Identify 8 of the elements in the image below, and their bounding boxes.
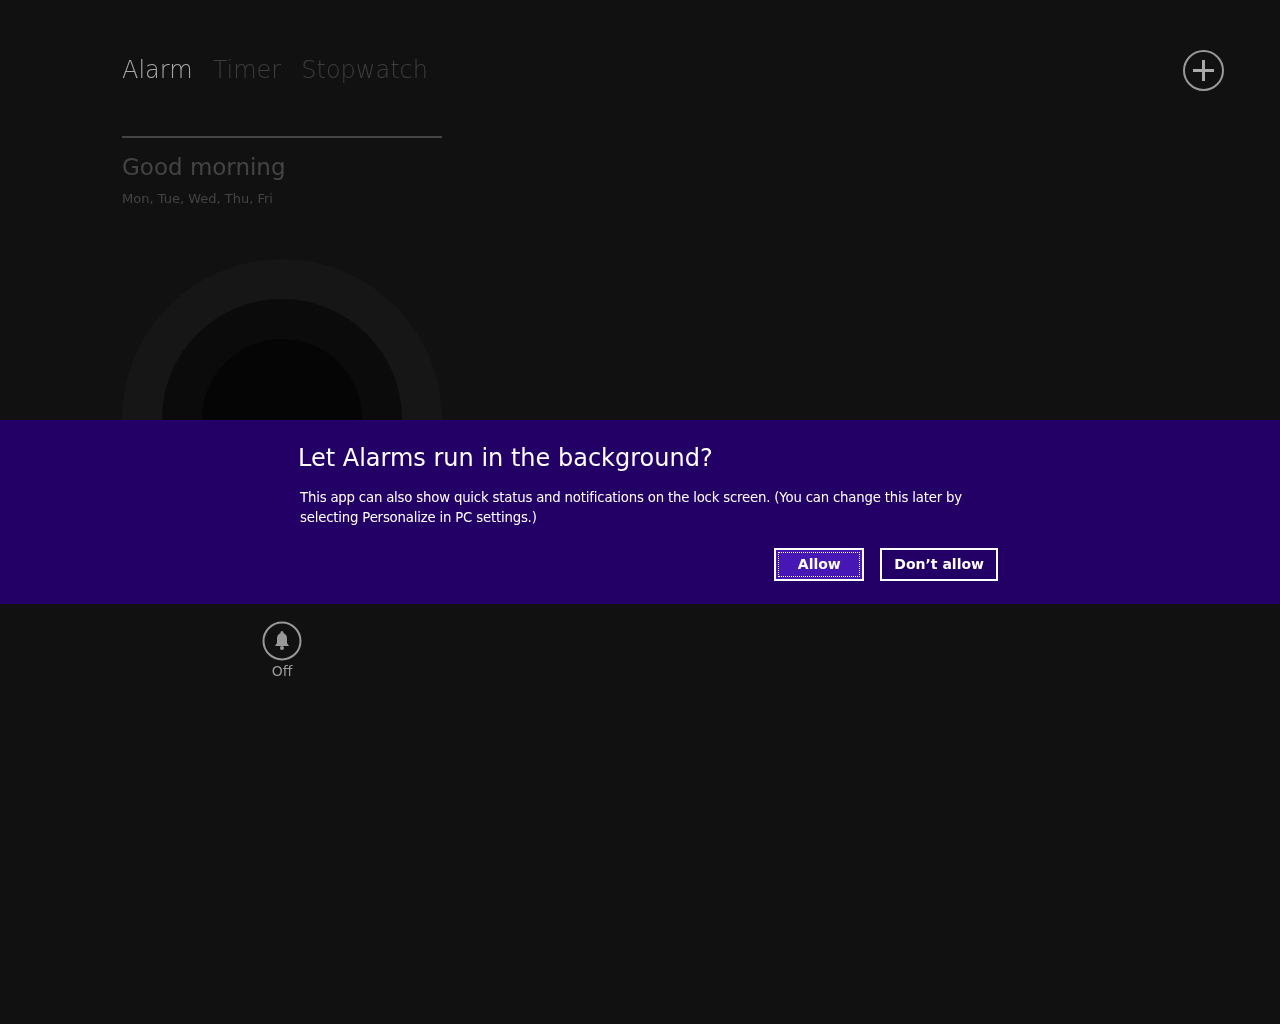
alarm-toggle-bell-icon[interactable] bbox=[262, 620, 302, 661]
dialog-title: Let Alarms run in the background? bbox=[298, 443, 713, 474]
add-button[interactable] bbox=[1183, 50, 1224, 91]
dialog-message: This app can also show quick status and notifications on the lock screen. (You can change this later by selecting Personalize in PC settings.) bbox=[300, 489, 963, 527]
dialog-button[interactable]: Allow bbox=[774, 548, 865, 581]
tab[interactable]: Alarm bbox=[122, 52, 193, 88]
alarm-status: Off bbox=[270, 661, 294, 681]
dialog-button[interactable]: Don’t allow bbox=[880, 548, 998, 581]
